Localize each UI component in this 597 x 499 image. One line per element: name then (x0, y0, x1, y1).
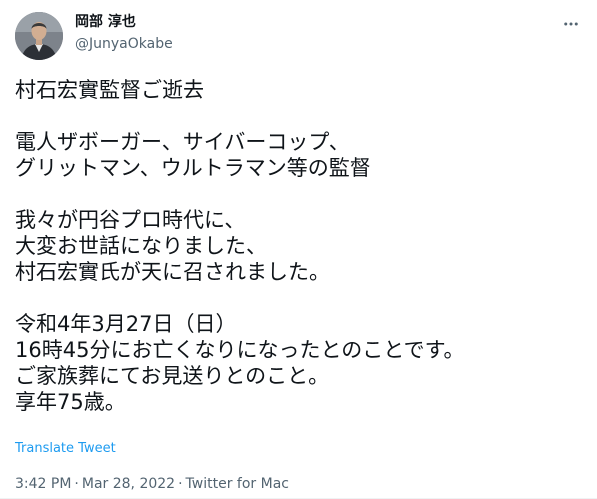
tweet-source[interactable]: Twitter for Mac (186, 476, 289, 492)
avatar-photo (15, 12, 63, 60)
meta-separator: · (74, 476, 79, 492)
more-options-button[interactable] (557, 10, 585, 38)
tweet-card: 岡部 淳也 @JunyaOkabe 村石宏實監督ご逝去 電人ザボーガー、サイバー… (0, 0, 597, 499)
tweet-date[interactable]: Mar 28, 2022 (82, 476, 175, 492)
tweet-text: 村石宏實監督ご逝去 電人ザボーガー、サイバーコップ、 グリットマン、ウルトラマン… (15, 78, 465, 414)
author-handle[interactable]: @JunyaOkabe (75, 34, 173, 54)
more-horizontal-icon (564, 22, 578, 26)
tweet-metadata: 3:42 PM · Mar 28, 2022 · Twitter for Mac (15, 475, 289, 493)
author-display-name[interactable]: 岡部 淳也 (75, 12, 173, 32)
author-block: 岡部 淳也 @JunyaOkabe (75, 12, 173, 54)
avatar[interactable] (15, 12, 63, 60)
translate-tweet-link[interactable]: Translate Tweet (15, 441, 116, 457)
meta-separator: · (178, 476, 183, 492)
tweet-time[interactable]: 3:42 PM (15, 476, 71, 492)
